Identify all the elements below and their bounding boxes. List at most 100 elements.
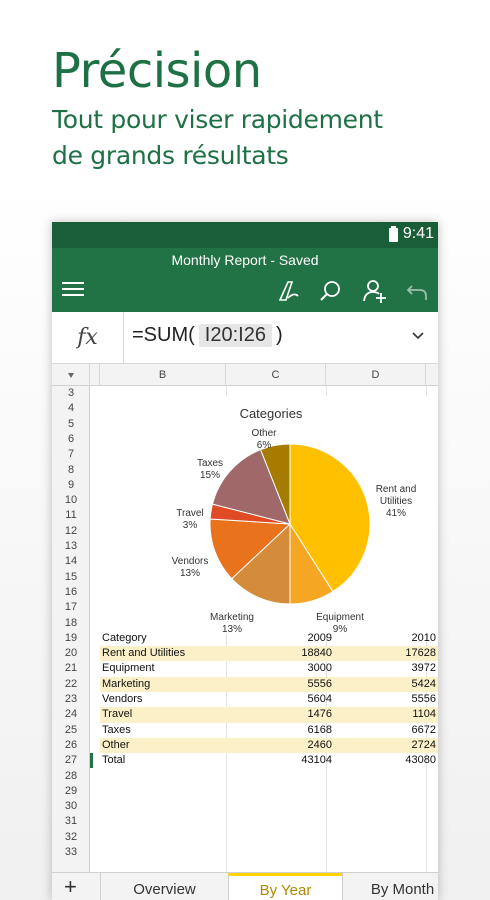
table-row[interactable]: Equipment 3000 3972: [100, 661, 438, 676]
row-number[interactable]: 26: [52, 738, 90, 753]
row-number[interactable]: 11: [52, 508, 90, 523]
cell-2010[interactable]: 17628: [332, 647, 436, 659]
row-number[interactable]: 9: [52, 478, 90, 493]
row-number[interactable]: 16: [52, 585, 90, 600]
cell-category[interactable]: Equipment: [102, 662, 155, 674]
cell-category[interactable]: Other: [102, 739, 130, 751]
pie-chart-svg: Rent and Utilities41%Equipment9%Marketing…: [172, 428, 417, 634]
undo-icon[interactable]: [404, 278, 430, 304]
column-header-b[interactable]: B: [100, 364, 226, 386]
slice-percent: 41%: [386, 508, 406, 519]
row-number[interactable]: 31: [52, 814, 90, 829]
row-number[interactable]: 5: [52, 417, 90, 432]
cell-2010[interactable]: 1104: [332, 708, 436, 720]
cell-2009[interactable]: 3000: [220, 662, 332, 674]
cell-2010[interactable]: 2724: [332, 739, 436, 751]
menu-icon[interactable]: [62, 282, 84, 298]
row-number[interactable]: 7: [52, 447, 90, 462]
cell-2010[interactable]: 5424: [332, 678, 436, 690]
sheet-tabs: + Overview By Year By Month: [52, 872, 438, 900]
cell-2010[interactable]: 2010: [332, 632, 436, 644]
cell-category[interactable]: Total: [102, 754, 125, 766]
share-user-icon[interactable]: [362, 278, 388, 304]
row-number[interactable]: 14: [52, 554, 90, 569]
row-number[interactable]: 20: [52, 646, 90, 661]
table-row[interactable]: Other 2460 2724: [100, 737, 438, 754]
cell-2009[interactable]: 2009: [220, 632, 332, 644]
fx-button[interactable]: fx: [52, 312, 124, 364]
cell-2009[interactable]: 5604: [220, 693, 332, 705]
formula-input[interactable]: =SUM(I20:I26): [132, 324, 283, 347]
cell-2010[interactable]: 43080: [332, 754, 436, 766]
table-row[interactable]: Taxes 6168 6672: [100, 723, 438, 738]
cell-2009[interactable]: 18840: [220, 647, 332, 659]
row-number[interactable]: 18: [52, 616, 90, 631]
row-number[interactable]: 6: [52, 432, 90, 447]
chevron-down-icon[interactable]: [412, 332, 424, 340]
row-number[interactable]: 27: [52, 753, 90, 768]
table-row[interactable]: Marketing 5556 5424: [100, 676, 438, 693]
row-number[interactable]: 3: [52, 386, 90, 401]
slice-percent: 13%: [180, 568, 200, 579]
cell-2009[interactable]: 1476: [220, 708, 332, 720]
row-number[interactable]: 8: [52, 463, 90, 478]
marketing-headline: Précision Tout pour viser rapidement de …: [52, 40, 383, 174]
cell-category[interactable]: Marketing: [102, 678, 150, 690]
cell-2010[interactable]: 6672: [332, 724, 436, 736]
row-number[interactable]: 15: [52, 570, 90, 585]
tab-overview[interactable]: Overview: [100, 873, 228, 900]
battery-icon: [389, 226, 398, 242]
table-row[interactable]: Category 2009 2010: [100, 631, 438, 646]
row-number[interactable]: 12: [52, 524, 90, 539]
cell-category[interactable]: Travel: [102, 708, 132, 720]
cell-2009[interactable]: 43104: [220, 754, 332, 766]
row-number[interactable]: 25: [52, 723, 90, 738]
pie-chart[interactable]: Categories Rent and Utilities 41% Equipment…: [104, 396, 438, 634]
formula-bar[interactable]: fx =SUM(I20:I26): [52, 312, 438, 364]
cell-2010[interactable]: 5556: [332, 693, 436, 705]
row-number[interactable]: 24: [52, 707, 90, 722]
row-number[interactable]: 13: [52, 539, 90, 554]
cell-2010[interactable]: 3972: [332, 662, 436, 674]
tab-by-month[interactable]: By Month: [342, 873, 438, 900]
formula-suffix: ): [275, 324, 283, 346]
slice-percent: 15%: [200, 470, 220, 481]
draw-icon[interactable]: [276, 278, 302, 304]
slice-label: Vendors: [172, 556, 209, 567]
cell-category[interactable]: Taxes: [102, 724, 131, 736]
spreadsheet-grid[interactable]: B C D 3 4 5 6 7 8 9 10 11 12 13 14 15 16 17 18 19 20 21 22 2…: [52, 364, 438, 872]
slice-percent: 6%: [257, 440, 272, 451]
column-header-a[interactable]: [90, 364, 100, 386]
column-header-d[interactable]: D: [326, 364, 426, 386]
formula-range: I20:I26: [198, 324, 272, 347]
cell-category[interactable]: Vendors: [102, 693, 142, 705]
row-number[interactable]: 30: [52, 799, 90, 814]
table-row[interactable]: Vendors 5604 5556: [100, 692, 438, 707]
table-row[interactable]: Total 43104 43080: [100, 753, 438, 768]
cell-2009[interactable]: 5556: [220, 678, 332, 690]
row-number[interactable]: 23: [52, 692, 90, 707]
row-number[interactable]: 4: [52, 401, 90, 416]
row-number[interactable]: 19: [52, 631, 90, 646]
row-number[interactable]: 28: [52, 769, 90, 784]
cell-2009[interactable]: 6168: [220, 724, 332, 736]
add-sheet-button[interactable]: +: [64, 873, 77, 900]
row-number[interactable]: 33: [52, 845, 90, 860]
select-all-corner[interactable]: [52, 364, 90, 386]
row-number[interactable]: 21: [52, 661, 90, 676]
table-row[interactable]: Rent and Utilities 18840 17628: [100, 646, 438, 662]
table-row[interactable]: Travel 1476 1104: [100, 707, 438, 723]
column-header-c[interactable]: C: [226, 364, 326, 386]
search-icon[interactable]: [318, 278, 344, 304]
headline-title: Précision: [52, 43, 262, 99]
cell-category[interactable]: Category: [102, 632, 147, 644]
row-number[interactable]: 29: [52, 784, 90, 799]
cell-2009[interactable]: 2460: [220, 739, 332, 751]
tab-by-year[interactable]: By Year: [228, 873, 342, 900]
row-number[interactable]: 17: [52, 600, 90, 615]
cell-category[interactable]: Rent and Utilities: [102, 647, 185, 659]
row-number[interactable]: 10: [52, 493, 90, 508]
row-number[interactable]: 22: [52, 677, 90, 692]
row-number[interactable]: 32: [52, 830, 90, 845]
phone-screen: 9:41 Monthly Report - Saved fx =SUM(I20:…: [52, 222, 438, 900]
